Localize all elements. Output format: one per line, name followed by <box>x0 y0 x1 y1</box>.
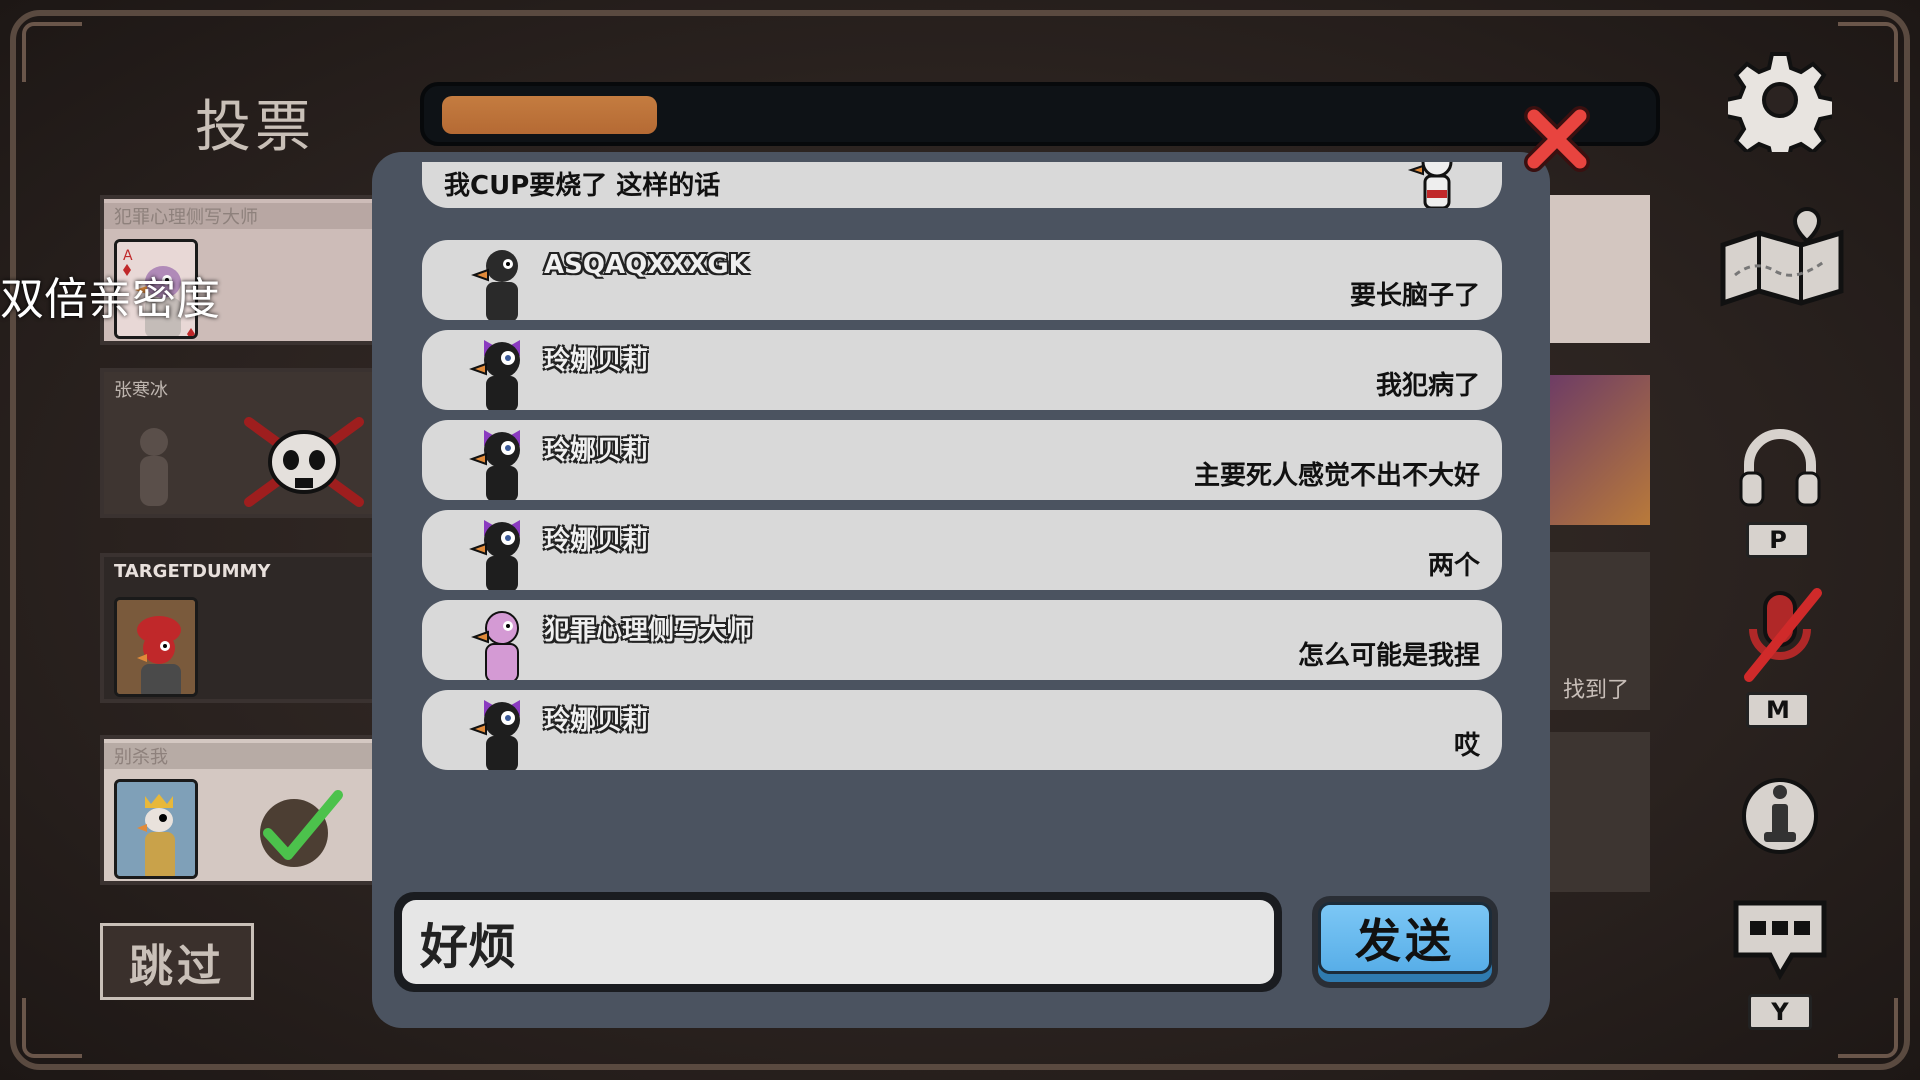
mic-muted-icon[interactable] <box>1735 585 1831 685</box>
chat-message: 玲娜贝莉 哎 <box>422 690 1502 770</box>
overlay-caption: 双倍亲密度 <box>0 274 220 325</box>
red-hat-duck-icon <box>114 597 198 697</box>
chat-message: 我CUP要烧了 这样的话 <box>422 162 1502 208</box>
player-card[interactable]: 张寒冰 <box>100 368 380 518</box>
chat-message: 犯罪心理侧写大师 怎么可能是我捏 <box>422 600 1502 680</box>
player-card[interactable]: 找到了 <box>1545 552 1650 710</box>
chat-message-text: 我CUP要烧了 这样的话 <box>444 171 721 201</box>
chat-sender-name: 玲娜贝莉 <box>544 436 649 466</box>
chat-message-text: 我犯病了 <box>1375 371 1480 401</box>
chat-message-text: 要长脑子了 <box>1349 281 1480 311</box>
frame-corner <box>1838 22 1898 82</box>
chat-sender-name: ASQAQXXXGK <box>544 250 749 280</box>
info-icon[interactable] <box>1740 770 1820 860</box>
player-name: 张寒冰 <box>114 380 168 401</box>
svg-text:A: A <box>123 248 133 264</box>
voice-key-hint: P <box>1746 522 1810 558</box>
chat-panel: 我CUP要烧了 这样的话 ASQAQXXXGK 要长脑子了 玲娜贝莉 我犯病了 … <box>372 152 1550 1028</box>
chat-sender-name: 玲娜贝莉 <box>544 706 649 736</box>
chat-sender-name: 玲娜贝莉 <box>544 346 649 376</box>
player-card[interactable]: TARGETDUMMY <box>100 553 380 703</box>
player-name: 犯罪心理侧写大师 <box>104 203 376 229</box>
chat-message-text: 哎 <box>1453 731 1480 761</box>
dead-goose-icon <box>140 428 168 506</box>
chat-message-text: 怎么可能是我捏 <box>1297 641 1480 671</box>
player-card[interactable] <box>1545 375 1650 525</box>
chat-message: ASQAQXXXGK 要长脑子了 <box>422 240 1502 320</box>
goose-pink-avatar-icon <box>471 611 519 680</box>
page-title: 投票 <box>195 95 315 160</box>
headphones-icon[interactable] <box>1735 425 1825 507</box>
frame-corner <box>1838 998 1898 1058</box>
player-card[interactable] <box>1545 195 1650 343</box>
goose-purple-bow-avatar-icon <box>469 340 520 410</box>
chat-input[interactable] <box>402 900 1274 984</box>
vote-timer-bar <box>420 82 1660 146</box>
chat-message: 玲娜贝莉 主要死人感觉不出不大好 <box>422 420 1502 500</box>
skip-vote-button[interactable]: 跳过 <box>100 923 254 1000</box>
goose-purple-bow-avatar-icon <box>469 700 520 770</box>
chat-message-text: 主要死人感觉不出不大好 <box>1193 461 1480 491</box>
player-card[interactable] <box>1545 732 1650 892</box>
close-icon <box>1524 106 1590 172</box>
found-label: 找到了 <box>1563 678 1630 703</box>
goose-black-avatar-icon <box>471 250 518 320</box>
chat-message: 玲娜贝莉 两个 <box>422 510 1502 590</box>
gear-icon[interactable] <box>1725 45 1835 155</box>
goose-purple-bow-avatar-icon <box>469 430 520 500</box>
player-name: TARGETDUMMY <box>114 561 271 582</box>
chat-sender-name: 犯罪心理侧写大师 <box>544 616 753 646</box>
mute-key-hint: M <box>1746 692 1810 728</box>
chat-sender-name: 玲娜贝莉 <box>544 526 649 556</box>
player-name: 别杀我 <box>104 743 376 769</box>
close-chat-button[interactable] <box>1520 102 1594 176</box>
chat-message: 玲娜贝莉 我犯病了 <box>422 330 1502 410</box>
crowned-goose-icon <box>114 779 198 879</box>
chat-input-container <box>394 892 1282 992</box>
vote-timer-fill <box>442 96 657 134</box>
send-button-label: 发送 <box>1318 902 1492 974</box>
player-card[interactable]: 别杀我 <box>100 735 380 885</box>
skull-icon <box>244 417 364 507</box>
frame-corner <box>22 22 82 82</box>
chat-message-text: 两个 <box>1427 551 1480 581</box>
goose-white-avatar-icon <box>1407 162 1453 208</box>
vote-check-icon <box>260 790 343 867</box>
chat-key-hint: Y <box>1748 994 1812 1030</box>
goose-purple-bow-avatar-icon <box>469 520 520 590</box>
map-icon[interactable] <box>1715 205 1850 315</box>
send-button[interactable]: 发送 <box>1312 896 1498 988</box>
chat-icon[interactable] <box>1730 895 1830 985</box>
frame-corner <box>22 998 82 1058</box>
